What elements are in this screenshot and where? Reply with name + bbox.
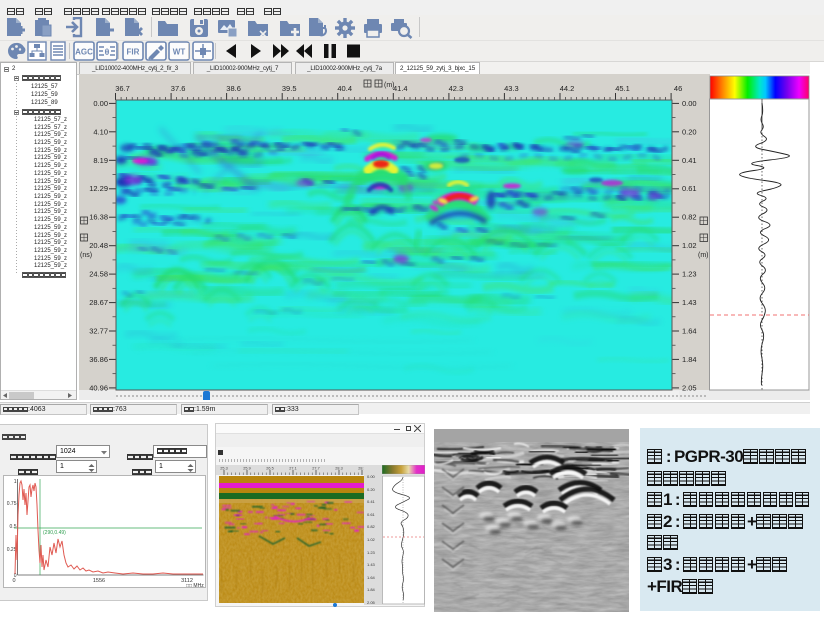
svg-text:0.75: 0.75 <box>7 501 17 507</box>
svg-text:1.64: 1.64 <box>682 327 697 336</box>
svg-text:□□ MHz: □□ MHz <box>186 583 204 588</box>
svg-text:0.00: 0.00 <box>682 99 697 108</box>
svg-text:0.5: 0.5 <box>10 524 17 530</box>
svg-text:1.23: 1.23 <box>682 270 697 279</box>
svg-text:36.86: 36.86 <box>89 355 108 364</box>
svg-text:1.02: 1.02 <box>682 241 697 250</box>
svg-text:(m): (m) <box>384 82 395 89</box>
svg-text:24.58: 24.58 <box>89 270 108 279</box>
svg-text:25.3: 25.3 <box>220 467 227 471</box>
svg-text:(m): (m) <box>698 252 709 259</box>
svg-text:1: 1 <box>14 479 17 485</box>
svg-text:4.10: 4.10 <box>93 127 108 136</box>
svg-text:46: 46 <box>674 84 682 93</box>
svg-text:WT: WT <box>173 48 186 57</box>
svg-text:20.48: 20.48 <box>89 241 108 250</box>
svg-text:27.7: 27.7 <box>312 467 319 471</box>
svg-text:16.38: 16.38 <box>89 213 108 222</box>
svg-text:45.1: 45.1 <box>615 84 630 93</box>
svg-text:27.1: 27.1 <box>289 467 296 471</box>
svg-text:θ: θ <box>105 47 110 57</box>
svg-text:41.4: 41.4 <box>393 84 408 93</box>
svg-text:0: 0 <box>12 578 15 584</box>
svg-text:AGC: AGC <box>75 48 93 57</box>
svg-text:0.82: 0.82 <box>682 213 697 222</box>
svg-text:36.7: 36.7 <box>115 84 130 93</box>
svg-text:1556: 1556 <box>93 578 105 584</box>
svg-text:1.43: 1.43 <box>682 298 697 307</box>
svg-text:43.3: 43.3 <box>504 84 519 93</box>
svg-text:25.9: 25.9 <box>243 467 250 471</box>
svg-text:8.19: 8.19 <box>93 156 108 165</box>
svg-text:(290,0.49): (290,0.49) <box>43 530 66 536</box>
svg-text:40.96: 40.96 <box>89 383 108 392</box>
svg-text:0.61: 0.61 <box>682 184 697 193</box>
svg-text:28.3: 28.3 <box>335 467 342 471</box>
svg-text:37.6: 37.6 <box>171 84 186 93</box>
svg-text:FIR: FIR <box>127 48 140 57</box>
svg-text:42.3: 42.3 <box>449 84 464 93</box>
svg-text:2.05: 2.05 <box>682 383 697 392</box>
svg-text:12.29: 12.29 <box>89 184 108 193</box>
svg-text:28.67: 28.67 <box>89 298 108 307</box>
svg-text:0.20: 0.20 <box>682 127 697 136</box>
svg-text:44.2: 44.2 <box>560 84 575 93</box>
svg-text:(ns): (ns) <box>80 252 92 259</box>
svg-text:38.6: 38.6 <box>226 84 241 93</box>
svg-text:40.4: 40.4 <box>337 84 352 93</box>
svg-text:32.77: 32.77 <box>89 327 108 336</box>
svg-text:26.5: 26.5 <box>266 467 273 471</box>
svg-text:39.5: 39.5 <box>282 84 297 93</box>
svg-text:0.00: 0.00 <box>93 99 108 108</box>
svg-text:1.84: 1.84 <box>682 355 697 364</box>
svg-text:0.41: 0.41 <box>682 156 697 165</box>
